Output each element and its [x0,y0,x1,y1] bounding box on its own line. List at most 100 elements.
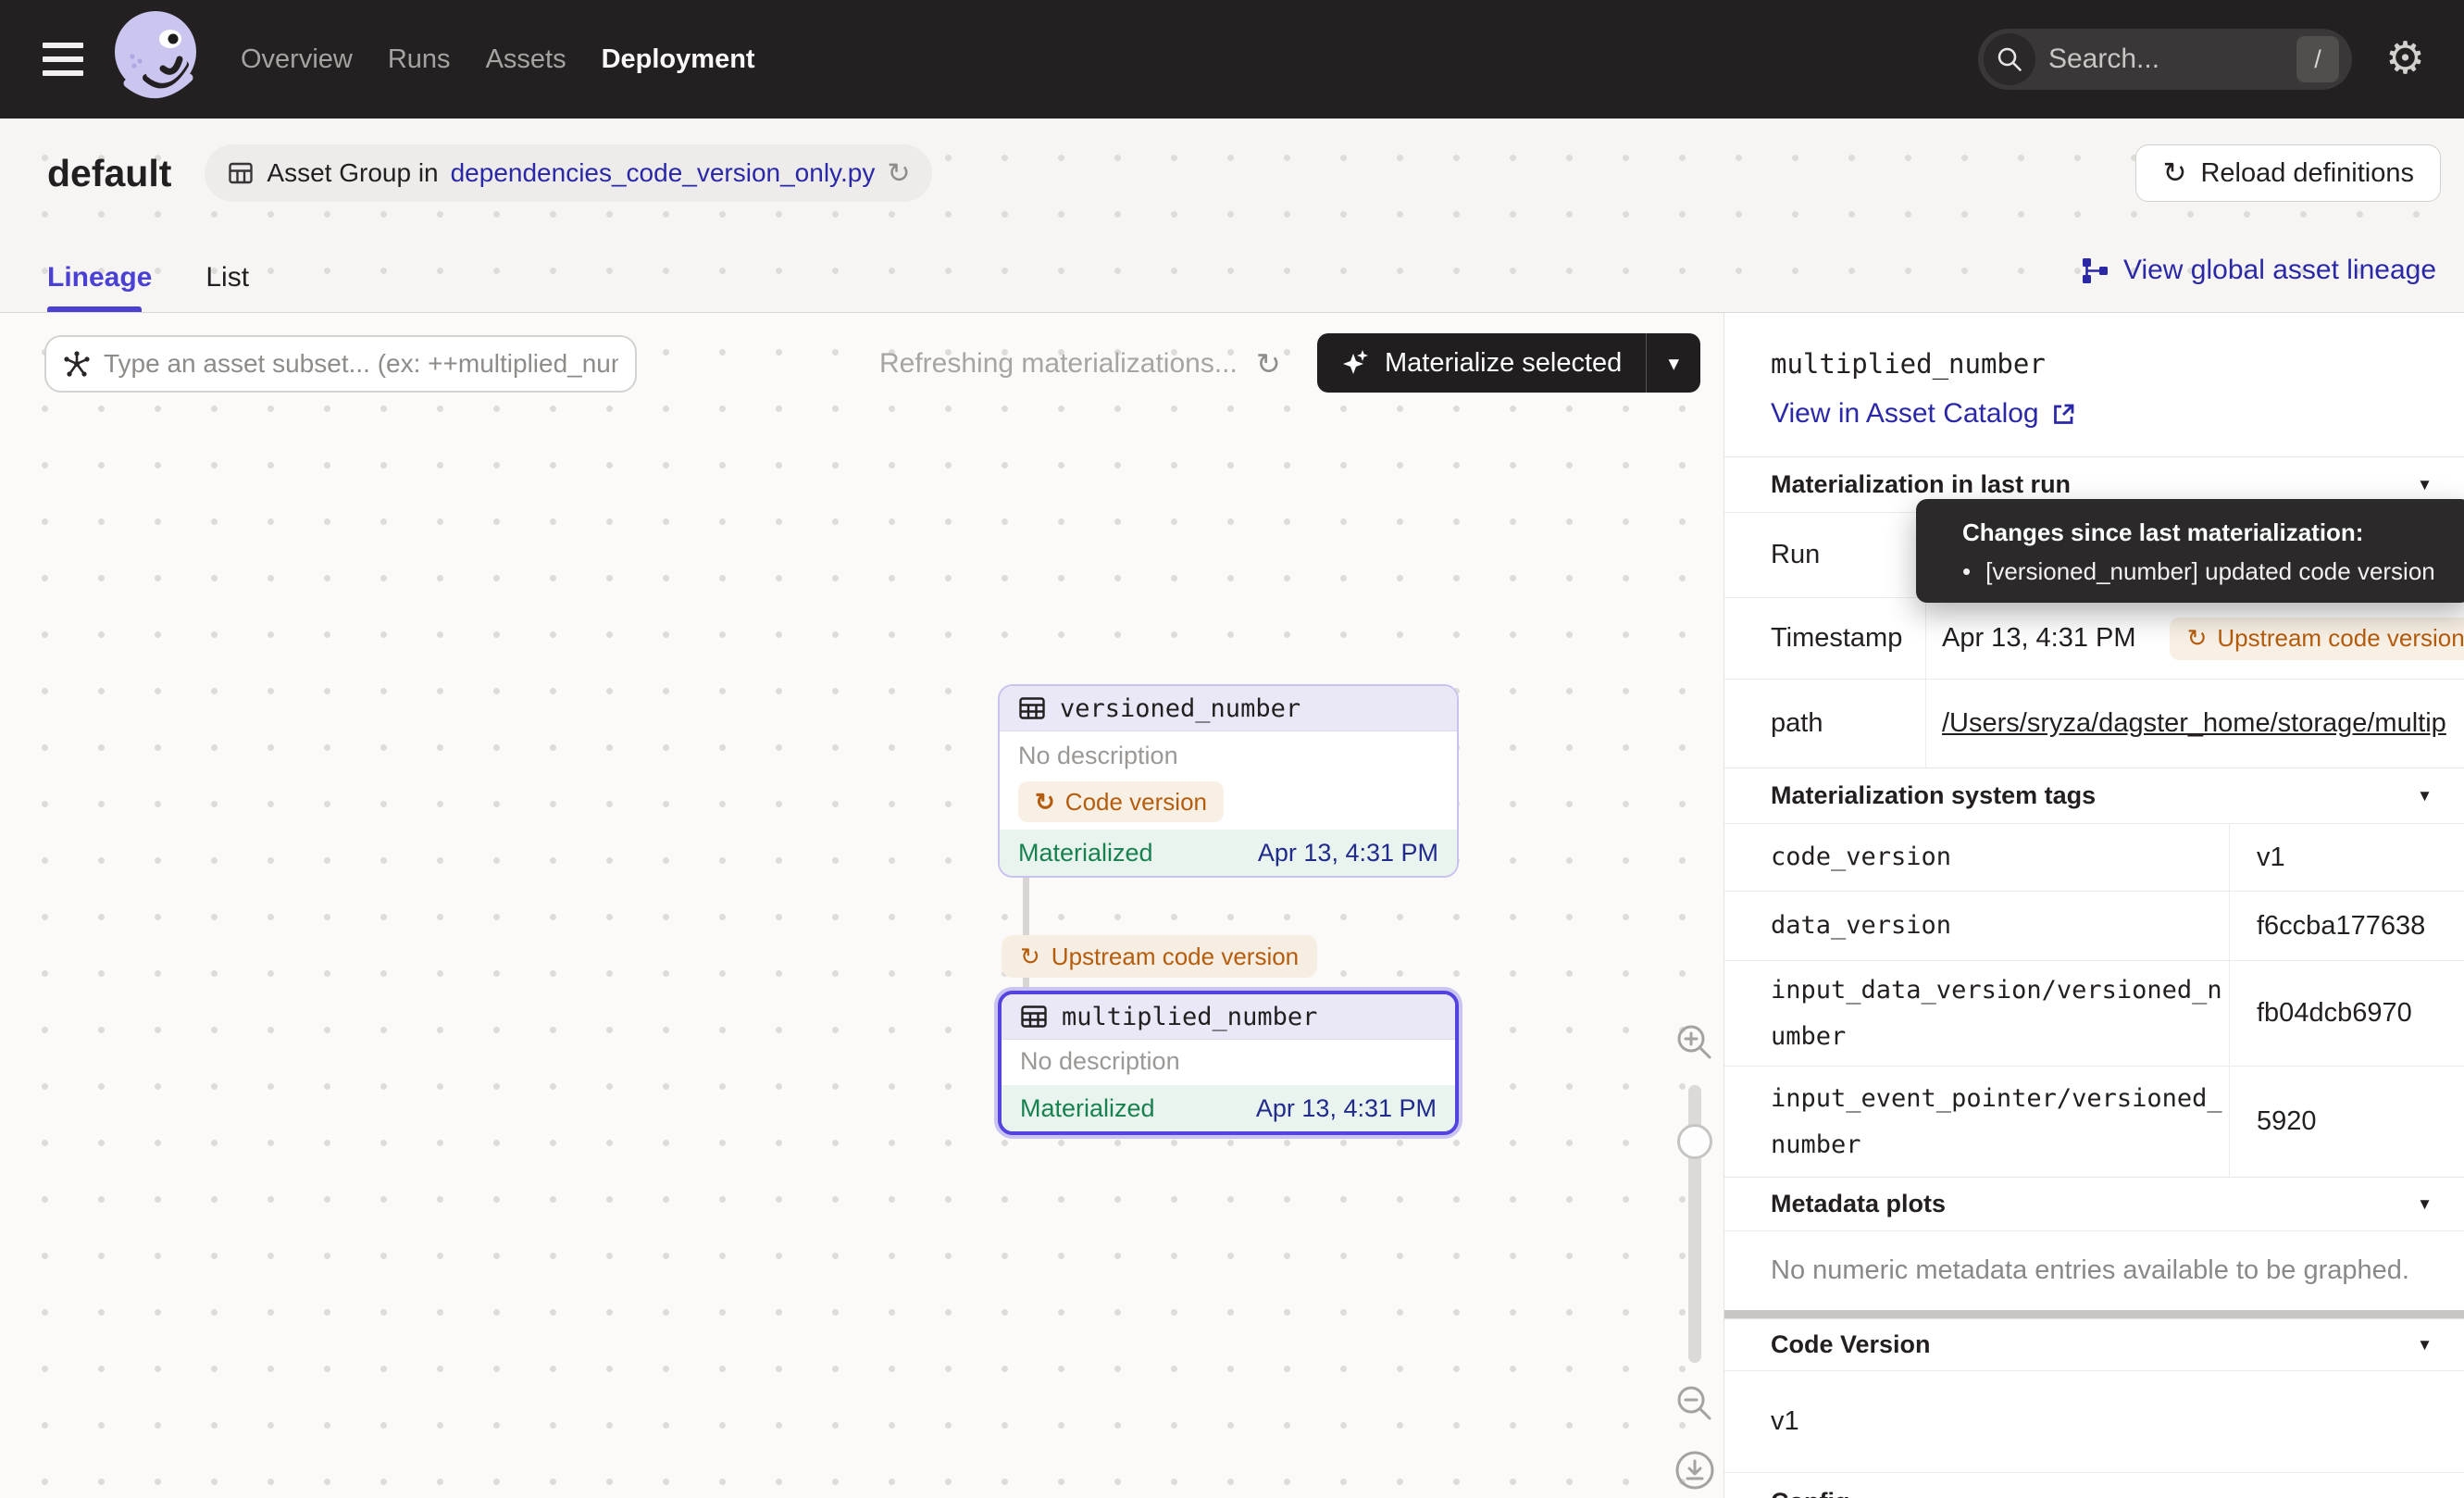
materialize-options-caret[interactable]: ▾ [1647,333,1700,393]
section-materialization-system-tags[interactable]: Materialization system tags ▼ [1724,768,2464,823]
section-heading: Materialization in last run [1771,470,2071,499]
active-tab-underline [47,306,142,312]
asset-node-name: multiplied_number [1062,1003,1317,1031]
upstream-code-version-badge: ↻ Upstream code version [1002,935,1317,978]
download-graph-icon[interactable] [1673,1448,1717,1492]
view-tabs: Lineage List [47,262,249,293]
asset-subset-filter[interactable] [44,335,637,393]
menu-icon[interactable] [43,43,83,76]
zoom-out-icon[interactable] [1674,1383,1715,1424]
tag-value: f6ccba177638 [2230,911,2425,942]
chevron-down-icon[interactable]: ▼ [2417,1336,2433,1354]
tag-value: v1 [2230,843,2285,873]
asset-group-prefix: Asset Group in [267,158,438,188]
refresh-group-icon[interactable]: ↻ [887,157,910,190]
section-heading: Materialization system tags [1771,781,2096,810]
chevron-down-icon[interactable]: ▼ [2417,1195,2433,1214]
lineage-graph-icon [2080,256,2109,285]
search-icon [1984,33,2035,85]
upstream-code-version-label: Upstream code version [1052,942,1299,971]
view-in-asset-catalog-link[interactable]: View in Asset Catalog [1771,398,2076,430]
table-icon [1018,694,1046,722]
main-navigation: Overview Runs Assets Deployment [241,44,755,75]
upstream-code-version-badge: ↻ Upstream code version [2170,618,2464,660]
tag-key: input_event_pointer/versioned_number [1724,1067,2230,1177]
asset-node-body: No description [1002,1040,1455,1076]
asset-node-multiplied-number[interactable]: multiplied_number No description Materia… [998,991,1459,1135]
settings-gear-icon[interactable]: ⚙ [2385,37,2425,81]
asset-node-footer: Materialized Apr 13, 4:31 PM [1002,1085,1455,1131]
code-version-value: v1 [1724,1370,2464,1472]
top-nav: Overview Runs Assets Deployment / ⚙ [0,0,2464,119]
dagster-logo[interactable] [109,7,205,111]
path-label: path [1724,680,1926,768]
view-global-asset-lineage-link[interactable]: View global asset lineage [2080,255,2436,286]
page-header: default Asset Group in dependencies_code… [0,119,2464,313]
code-version-label: Code version [1065,788,1207,817]
materialize-selected-main[interactable]: Materialize selected [1317,333,1646,393]
timestamp-label: Timestamp [1724,598,1926,679]
asset-details-panel: multiplied_number View in Asset Catalog … [1724,313,2464,1498]
zoom-slider-handle[interactable] [1677,1124,1712,1159]
table-icon [1020,1003,1048,1030]
asset-subset-input[interactable] [104,349,618,379]
tab-list[interactable]: List [205,262,249,293]
section-heading: Code Version [1771,1330,1931,1359]
asset-node-header[interactable]: multiplied_number [1002,994,1455,1040]
code-version-icon: ↻ [1035,788,1055,817]
nav-overview[interactable]: Overview [241,44,353,75]
timestamp-value: Apr 13, 4:31 PM [1942,623,2136,654]
external-link-icon [2051,402,2076,427]
tag-key: data_version [1724,892,2230,960]
sparkle-icon [1341,348,1371,378]
section-code-version[interactable]: Code Version ▼ [1724,1318,2464,1370]
tab-lineage[interactable]: Lineage [47,262,152,293]
materialize-selected-label: Materialize selected [1385,348,1622,379]
nav-deployment[interactable]: Deployment [602,44,755,75]
path-row: path /Users/sryza/dagster_home/storage/m… [1724,679,2464,768]
asset-group-file-link[interactable]: dependencies_code_version_only.py [451,158,876,188]
zoom-in-icon[interactable] [1674,1022,1715,1063]
materialized-timestamp[interactable]: Apr 13, 4:31 PM [1256,1094,1437,1123]
tooltip-item-text: [versioned_number] updated code version [1985,557,2435,586]
asset-node-body: No description ↻ Code version [1000,731,1457,822]
materialized-timestamp[interactable]: Apr 13, 4:31 PM [1258,839,1438,868]
system-tag-row: input_data_version/versioned_number fb04… [1724,960,2464,1066]
reload-definitions-button[interactable]: ↻ Reload definitions [2135,144,2441,202]
zoom-slider[interactable] [1688,1085,1701,1363]
asset-node-versioned-number[interactable]: versioned_number No description ↻ Code v… [998,684,1459,878]
panel-header: multiplied_number View in Asset Catalog [1724,313,2464,456]
path-value-link[interactable]: /Users/sryza/dagster_home/storage/multip [1942,708,2446,739]
asset-group-icon [227,159,255,187]
graph-zoom-controls [1666,1022,1724,1492]
search-input[interactable] [2035,44,2296,75]
tag-value: 5920 [2230,1106,2317,1137]
nav-assets[interactable]: Assets [486,44,566,75]
nav-runs[interactable]: Runs [388,44,451,75]
search-box[interactable]: / [1978,29,2352,90]
asset-node-name: versioned_number [1060,694,1300,723]
section-config[interactable]: Config [1724,1472,2464,1498]
materialize-selected-button[interactable]: Materialize selected ▾ [1317,333,1700,393]
asset-graph-canvas[interactable]: Refreshing materializations... ↻ Materia… [0,313,1724,1498]
section-metadata-plots[interactable]: Metadata plots ▼ [1724,1177,2464,1230]
section-heading: Metadata plots [1771,1190,1946,1218]
system-tag-row: code_version v1 [1724,823,2464,891]
timestamp-row: Timestamp Apr 13, 4:31 PM ↻ Upstream cod… [1724,597,2464,679]
materialized-status: Materialized [1020,1094,1155,1123]
refresh-materializations-icon[interactable]: ↻ [1256,346,1281,381]
chevron-down-icon[interactable]: ▼ [2417,476,2433,494]
refreshing-status-text: Refreshing materializations... [879,348,1238,380]
metadata-plots-empty-note: No numeric metadata entries available to… [1724,1230,2464,1310]
selected-asset-name: multiplied_number [1771,348,2464,380]
chevron-down-icon[interactable]: ▼ [2417,787,2433,805]
tooltip-title: Changes since last materialization: [1962,518,2464,547]
tag-key: input_data_version/versioned_number [1724,961,2230,1066]
asset-node-header[interactable]: versioned_number [1000,686,1457,731]
changes-since-last-materialization-tooltip: Changes since last materialization: • [v… [1916,499,2464,603]
system-tag-row: input_event_pointer/versioned_number 592… [1724,1066,2464,1177]
search-shortcut-key: / [2296,36,2339,82]
code-version-badge: ↻ Code version [1018,781,1224,822]
upstream-code-version-icon: ↻ [2187,624,2208,653]
tag-key: code_version [1724,824,2230,891]
